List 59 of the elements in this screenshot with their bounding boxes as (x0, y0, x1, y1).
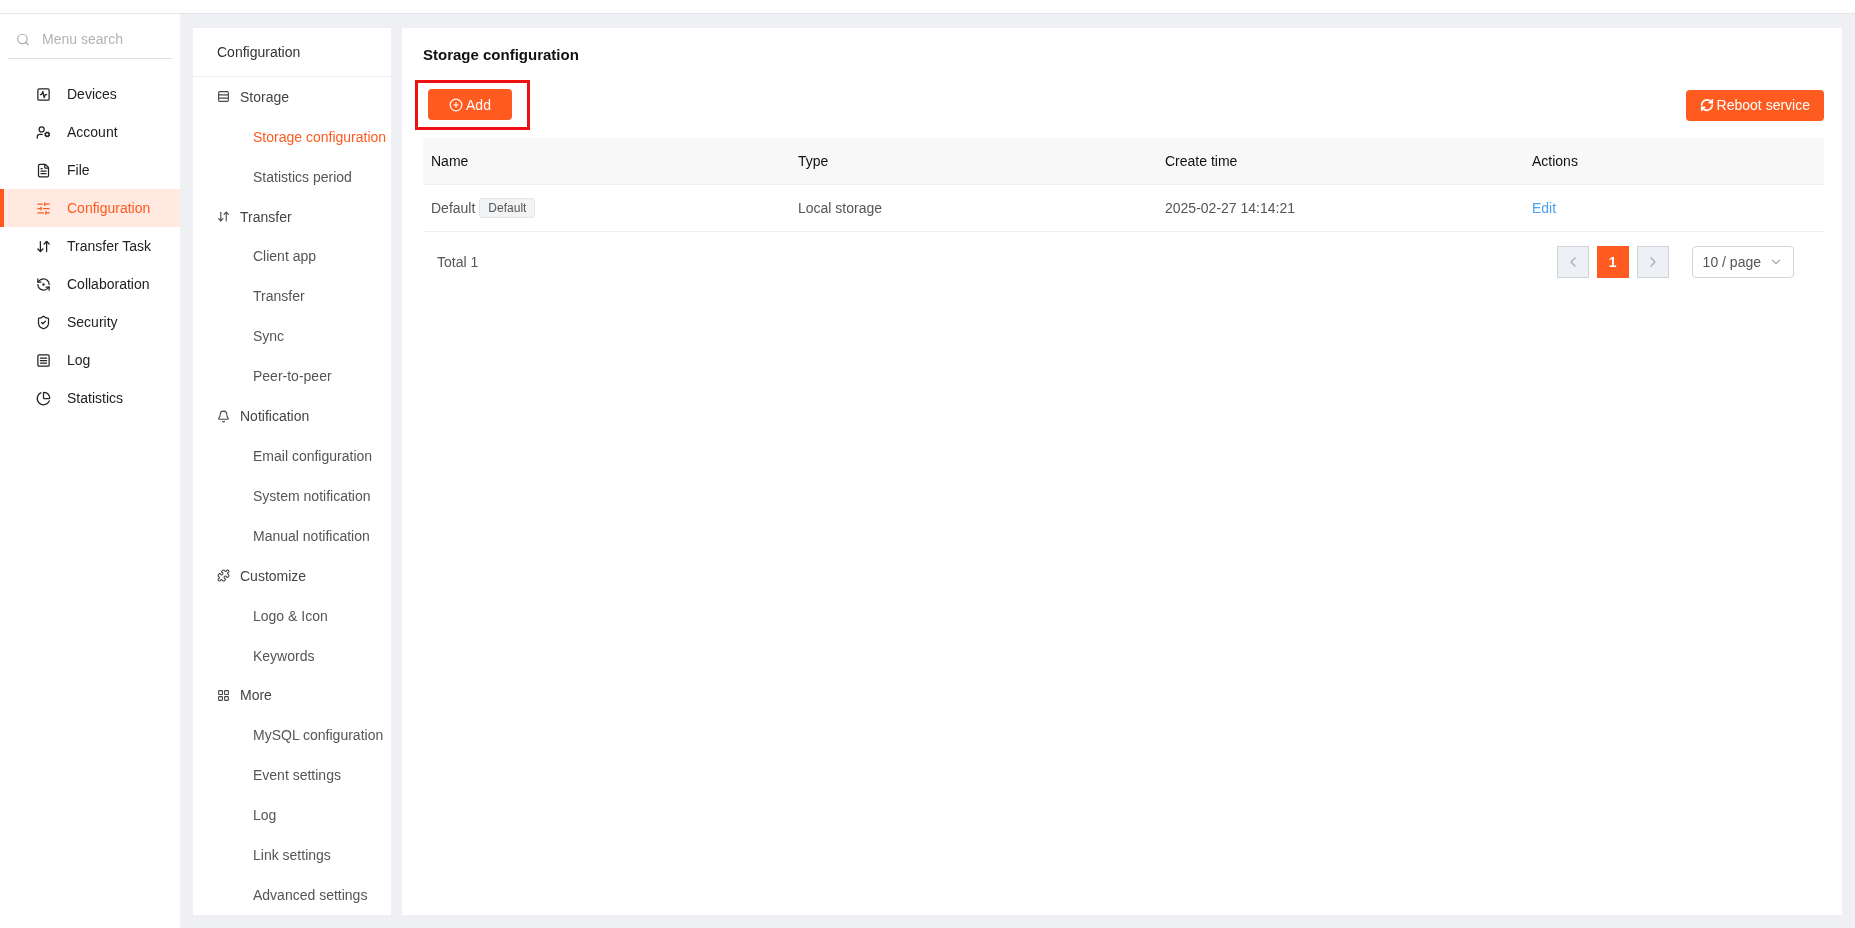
shield-icon (36, 314, 51, 330)
table-cell: Default (431, 200, 476, 216)
column-header: Create time (1165, 153, 1239, 169)
sidebar-item[interactable]: Security (0, 303, 180, 341)
sidebar-item[interactable]: Log (0, 341, 180, 379)
search-icon (16, 31, 30, 47)
sidebar-item[interactable]: File (0, 151, 180, 189)
puzzle-icon (217, 569, 230, 583)
column-header: Actions (1532, 153, 1579, 169)
submenu-item[interactable]: Client app (193, 236, 391, 277)
submenu-item[interactable]: Statistics period (193, 156, 391, 197)
arrows-icon (36, 238, 51, 254)
submenu-item[interactable]: Sync (193, 316, 391, 357)
sidebar-item[interactable]: Statistics (0, 379, 180, 417)
total-count: Total 1 (437, 254, 479, 270)
menu-group-label: Transfer (240, 208, 292, 225)
arrows-icon (217, 210, 230, 224)
submenu-item[interactable]: Link settings (193, 835, 391, 875)
column-header: Type (798, 153, 830, 169)
next-page-button[interactable] (1636, 246, 1669, 278)
sidebar-item[interactable]: Devices (0, 75, 180, 113)
submenu-item[interactable]: Log (193, 795, 391, 836)
submenu-item[interactable]: MySQL configuration (193, 715, 391, 756)
grid-icon (217, 688, 230, 702)
menu-group-label: Storage (240, 88, 290, 105)
page-title: Storage configuration (423, 46, 580, 63)
sliders-icon (36, 200, 51, 216)
sidebar-item[interactable]: Collaboration (0, 265, 180, 303)
submenu-item[interactable]: Manual notification (193, 515, 391, 556)
table-cell-text: 2025-02-27 14:14:21 (1165, 200, 1296, 216)
bell-icon (217, 409, 230, 423)
submenu-item[interactable]: Keywords (193, 635, 391, 676)
prev-page-button[interactable] (1556, 246, 1589, 278)
rows-icon (217, 90, 230, 104)
column-header: Name (431, 153, 470, 169)
plus-icon (449, 97, 464, 112)
page-size-select[interactable]: 10 / page (1691, 246, 1794, 278)
user-gear-icon (36, 124, 51, 140)
pie-chart-icon (36, 390, 51, 406)
submenu-item[interactable]: Advanced settings (193, 875, 391, 915)
submenu-item[interactable]: Peer-to-peer (193, 356, 391, 397)
submenu-title: Configuration (193, 28, 391, 77)
list-icon (36, 352, 51, 368)
menu-group-label: More (240, 687, 272, 704)
submenu-item[interactable]: Event settings (193, 755, 391, 796)
chart-monitor-icon (36, 86, 51, 102)
sidebar-item[interactable]: Transfer Task (0, 227, 180, 265)
submenu-item[interactable]: Logo & Icon (193, 595, 391, 636)
menu-group-label: Notification (240, 408, 310, 425)
document-icon (36, 162, 51, 178)
tag: Default (479, 198, 536, 218)
submenu-item[interactable]: System notification (193, 475, 391, 516)
sync-icon (36, 276, 51, 292)
refresh-icon (1699, 98, 1714, 112)
table-cell-text: Local storage (798, 200, 884, 216)
submenu-item[interactable]: Email configuration (193, 436, 391, 476)
menu-group-label: Customize (240, 567, 307, 584)
submenu-item[interactable]: Transfer (193, 276, 391, 317)
sidebar-item[interactable]: Account (0, 113, 180, 151)
